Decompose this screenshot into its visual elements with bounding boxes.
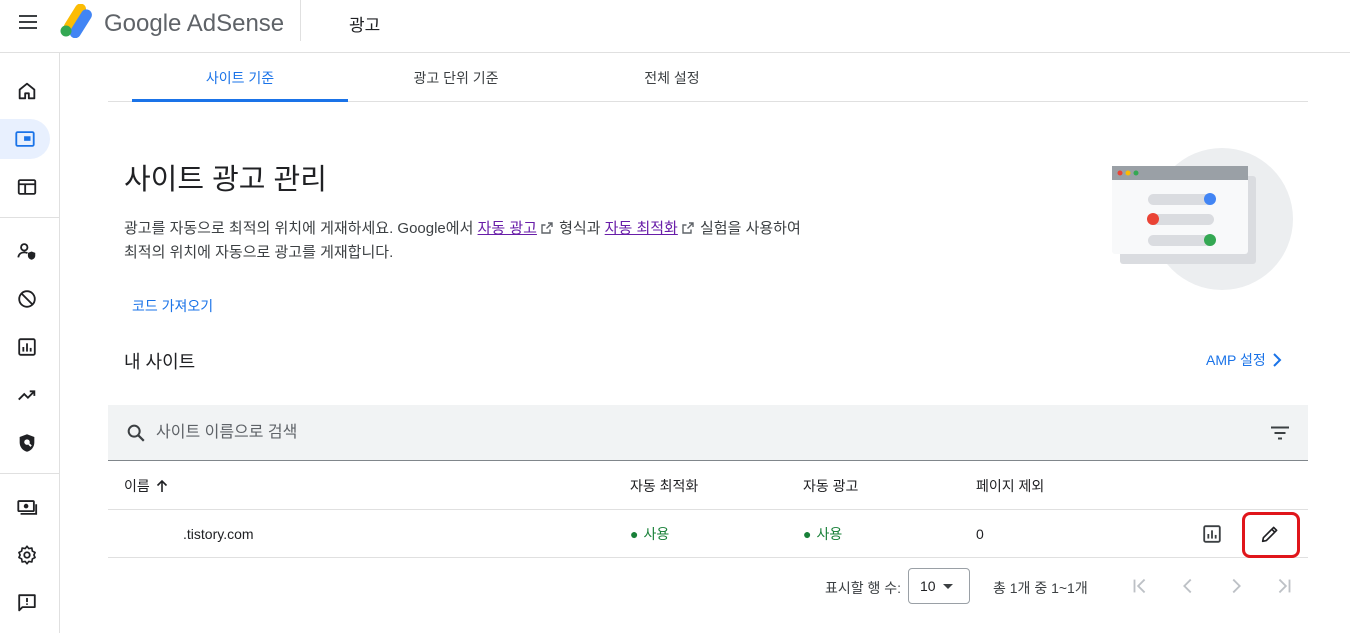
column-name-sort[interactable]: 이름 xyxy=(124,462,168,510)
settings-icon xyxy=(18,545,36,565)
excluded-pages-count: 0 xyxy=(976,526,984,542)
page-title: 광고 xyxy=(349,16,381,35)
previous-page-button[interactable] xyxy=(1172,570,1204,602)
active-tab-indicator xyxy=(132,99,348,102)
page-range-text: 총 1개 중 1~1개 xyxy=(993,580,1088,596)
desc-text: 최적의 위치에 자동으로 광고를 게재합니다. xyxy=(124,244,394,261)
table-row: .tistory.com ● 사용 ● 사용 0 xyxy=(108,510,1308,558)
chevron-left-icon xyxy=(1183,578,1192,594)
main-menu-button[interactable] xyxy=(14,10,42,34)
chevron-right-icon xyxy=(1232,578,1241,594)
ads-icon xyxy=(15,131,35,147)
rail-item-home[interactable] xyxy=(4,71,50,111)
feedback-icon xyxy=(18,594,36,612)
rail-item-reports[interactable] xyxy=(4,327,50,367)
adsense-logo-icon xyxy=(60,4,92,38)
auto-ads-link[interactable]: 자동 광고 xyxy=(478,220,537,237)
payments-icon xyxy=(17,500,38,515)
top-divider xyxy=(300,0,301,41)
status-label: 사용 xyxy=(643,526,670,542)
rail-item-feedback[interactable] xyxy=(4,583,50,623)
desc-text: 광고를 자동으로 최적의 위치에 게재하세요. Google에서 xyxy=(124,220,478,237)
top-app-bar: Google AdSense 광고 xyxy=(0,0,1350,53)
amp-settings-link[interactable]: AMP 설정 xyxy=(1198,346,1290,374)
amp-settings-label: AMP 설정 xyxy=(1206,352,1266,368)
rail-item-privacy[interactable] xyxy=(4,423,50,463)
site-name: .tistory.com xyxy=(183,526,254,542)
tab-bar: 사이트 기준 광고 단위 기준 전체 설정 xyxy=(108,54,1308,102)
rail-item-blocking[interactable] xyxy=(4,279,50,319)
block-icon xyxy=(18,290,36,308)
edit-button-highlight xyxy=(1242,512,1300,558)
rows-per-page-value: 10 xyxy=(920,578,936,594)
site-search-input[interactable] xyxy=(156,417,1216,449)
reports-icon xyxy=(1203,525,1221,543)
section-description: 광고를 자동으로 최적의 위치에 게재하세요. Google에서 자동 광고 형… xyxy=(124,217,884,265)
rail-item-web-layout[interactable] xyxy=(4,167,50,207)
desc-text: 실험을 사용하여 xyxy=(695,220,801,237)
column-header: 페이지 제외 xyxy=(976,478,1045,494)
rail-item-payments[interactable] xyxy=(4,487,50,527)
rail-divider xyxy=(0,473,60,474)
rail-divider xyxy=(0,217,60,218)
site-report-button[interactable] xyxy=(1194,516,1230,552)
status-dot: ● xyxy=(630,526,639,542)
last-page-button[interactable] xyxy=(1268,570,1300,602)
external-link-icon xyxy=(541,222,553,234)
column-header: 이름 xyxy=(124,478,150,494)
reports-icon xyxy=(18,338,36,356)
site-search-bar xyxy=(108,405,1308,461)
chevron-right-icon xyxy=(1273,353,1282,367)
section-title: 사이트 광고 관리 xyxy=(124,164,327,196)
desc-text: 형식과 xyxy=(554,220,605,237)
tab-by-ad-unit[interactable]: 광고 단위 기준 xyxy=(348,54,564,102)
tab-global-settings[interactable]: 전체 설정 xyxy=(564,54,780,102)
external-link-icon xyxy=(682,222,694,234)
nav-rail xyxy=(0,53,60,633)
auto-optimize-status: ● 사용 xyxy=(630,510,669,558)
get-code-button[interactable]: 코드 가져오기 xyxy=(124,292,221,320)
next-page-button[interactable] xyxy=(1220,570,1252,602)
auto-ads-status: ● 사용 xyxy=(803,510,842,558)
column-header: 자동 최적화 xyxy=(630,478,699,494)
home-icon xyxy=(18,82,36,100)
brand-google: Google xyxy=(104,10,182,37)
first-page-button[interactable] xyxy=(1124,570,1156,602)
rows-per-page-label: 표시할 행 수: xyxy=(825,580,902,596)
search-icon xyxy=(127,424,145,442)
rail-item-ads[interactable] xyxy=(0,119,50,159)
sort-arrow-up-icon xyxy=(156,479,167,492)
brand-product: AdSense xyxy=(186,10,285,37)
auto-optimize-link[interactable]: 자동 최적화 xyxy=(605,220,678,237)
rail-item-optimization[interactable] xyxy=(4,375,50,415)
rows-per-page-select[interactable]: 10 xyxy=(908,568,970,604)
app-brand: Google AdSense xyxy=(104,10,284,38)
last-page-icon xyxy=(1278,578,1291,594)
pagination: 표시할 행 수: 10 총 1개 중 1~1개 xyxy=(108,558,1308,614)
web-layout-icon xyxy=(17,179,37,195)
my-sites-heading: 내 사이트 xyxy=(124,352,196,372)
rail-item-settings[interactable] xyxy=(4,535,50,575)
status-dot: ● xyxy=(803,526,812,542)
account-shield-icon xyxy=(17,243,36,260)
status-label: 사용 xyxy=(816,526,843,542)
tab-by-site[interactable]: 사이트 기준 xyxy=(132,54,348,102)
site-ads-illustration xyxy=(1112,148,1293,290)
filter-icon[interactable] xyxy=(1268,421,1292,445)
trending-icon xyxy=(18,390,36,401)
rail-item-account[interactable] xyxy=(4,231,50,271)
privacy-shield-icon xyxy=(19,434,35,452)
first-page-icon xyxy=(1133,578,1146,594)
column-header: 자동 광고 xyxy=(803,478,859,494)
table-header: 이름 자동 최적화 자동 광고 페이지 제외 xyxy=(108,462,1308,510)
dropdown-arrow-icon xyxy=(943,584,953,589)
